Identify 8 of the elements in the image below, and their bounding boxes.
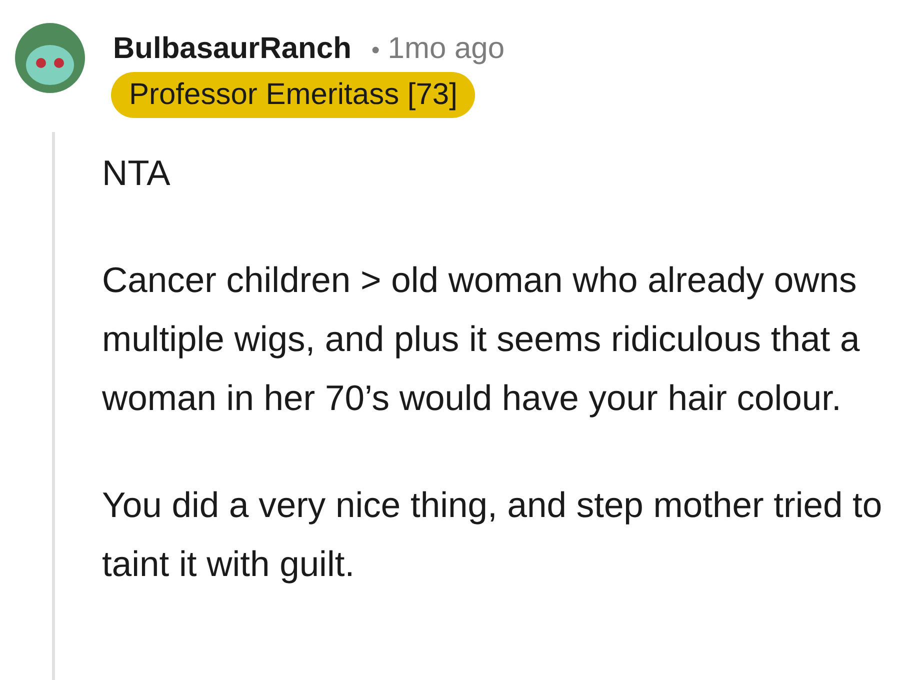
separator-dot: • bbox=[371, 37, 380, 65]
comment-paragraph: Cancer children > old woman who already owns multiple wigs, and plus it seems ridiculous that a woman in her 70’s would have your hair colour. bbox=[102, 259, 861, 420]
comment-paragraph: You did a very nice thing, and step mother tried to taint it with guilt. bbox=[102, 484, 884, 586]
user-flair: Professor Emeritass [73] bbox=[111, 72, 476, 118]
avatar-icon[interactable] bbox=[15, 23, 85, 93]
timestamp: 1mo ago bbox=[388, 32, 505, 66]
comment-paragraph: NTA bbox=[102, 152, 172, 195]
username[interactable]: BulbasaurRanch bbox=[113, 32, 352, 66]
